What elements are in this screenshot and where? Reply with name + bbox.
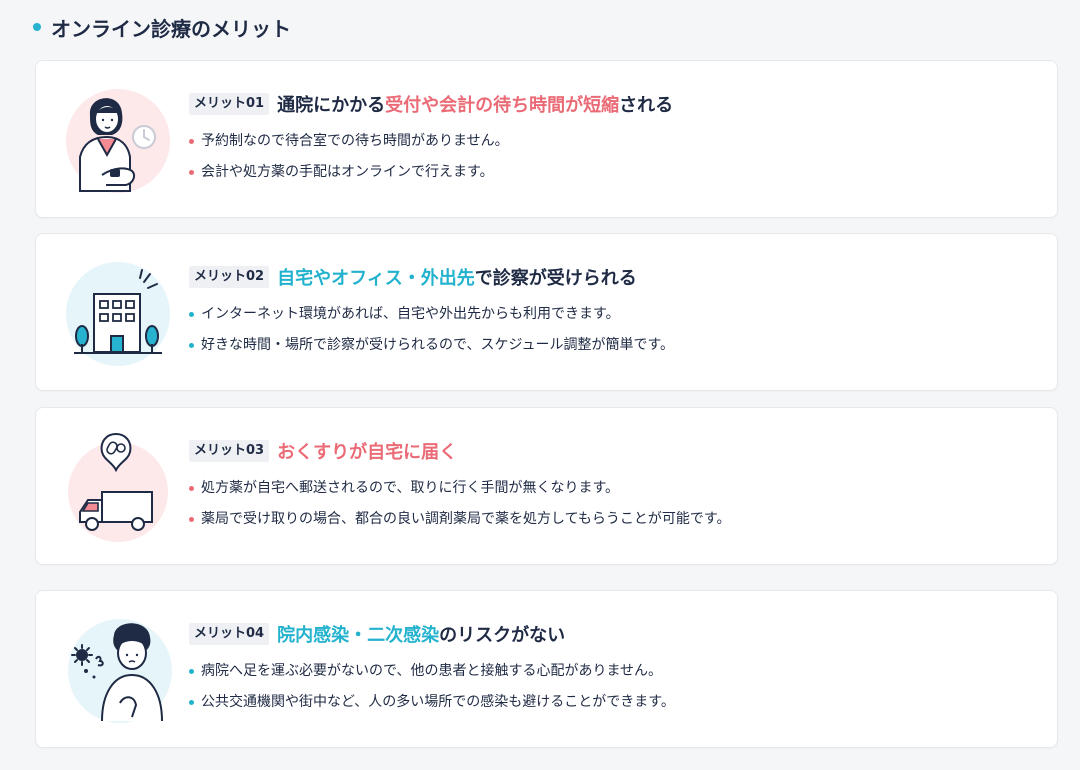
bullet-dot xyxy=(189,700,194,705)
title-bullet-dot xyxy=(33,23,41,31)
merit-card-02: メリット02 自宅やオフィス・外出先 で診察が受けられる インターネット環境があ… xyxy=(35,233,1058,391)
heading-text-post: で診察が受けられる xyxy=(474,268,637,289)
woman-clock-illustration-icon xyxy=(62,83,174,195)
merit-card-03: メリット03 おくすりが自宅に届く 処方薬が自宅へ郵送されるので、取りに行く手間… xyxy=(35,407,1058,565)
office-building-illustration-icon xyxy=(62,256,174,368)
section-title: オンライン診療のメリット xyxy=(33,10,291,44)
bullet-dot xyxy=(189,517,194,522)
section-title-text: オンライン診療のメリット xyxy=(51,16,291,41)
list-item: インターネット環境があれば、自宅や外出先からも利用できます。 xyxy=(189,304,674,335)
merit-card-01: メリット01 通院にかかる 受付や会計の待ち時間が短縮 される 予約制なので待合… xyxy=(35,60,1058,218)
list-item: 病院へ足を運ぶ必要がないので、他の患者と接触する心配がありません。 xyxy=(189,661,675,692)
list-item: 公共交通機関や街中など、人の多い場所での感染も避けることができます。 xyxy=(189,692,675,723)
list-item: 予約制なので待合室での待ち時間がありません。 xyxy=(189,131,509,162)
merit-bullet-list: 処方薬が自宅へ郵送されるので、取りに行く手間が無くなります。 薬局で受け取りの場… xyxy=(189,478,730,540)
bullet-text: 病院へ足を運ぶ必要がないので、他の患者と接触する心配がありません。 xyxy=(201,663,663,679)
merit-heading: メリット02 自宅やオフィス・外出先 で診察が受けられる xyxy=(189,264,637,290)
bullet-text: 会計や処方薬の手配はオンラインで行えます。 xyxy=(201,164,494,180)
heading-text-post: のリスクがない xyxy=(439,625,566,646)
bullet-dot xyxy=(189,312,194,317)
bullet-dot xyxy=(189,139,194,144)
merit-card-04: メリット04 院内感染・二次感染 のリスクがない 病院へ足を運ぶ必要がないので、… xyxy=(35,590,1058,748)
bullet-text: 公共交通機関や街中など、人の多い場所での感染も避けることができます。 xyxy=(201,694,675,710)
list-item: 薬局で受け取りの場合、都合の良い調剤薬局で薬を処方してもらうことが可能です。 xyxy=(189,509,730,540)
heading-highlight: 院内感染・二次感染 xyxy=(277,625,440,646)
bullet-text: 好きな時間・場所で診察が受けられるので、スケジュール調整が簡単です。 xyxy=(201,337,675,353)
merit-bullet-list: 予約制なので待合室での待ち時間がありません。 会計や処方薬の手配はオンラインで行… xyxy=(189,131,509,193)
bullet-text: 予約制なので待合室での待ち時間がありません。 xyxy=(201,133,509,149)
heading-highlight: 受付や会計の待ち時間が短縮 xyxy=(385,95,620,116)
heading-highlight: おくすりが自宅に届く xyxy=(277,442,458,463)
merit-tag: メリット04 xyxy=(189,623,270,645)
bullet-dot xyxy=(189,486,194,491)
heading-highlight: 自宅やオフィス・外出先 xyxy=(277,268,475,289)
list-item: 会計や処方薬の手配はオンラインで行えます。 xyxy=(189,162,509,193)
merit-tag: メリット03 xyxy=(189,440,270,462)
list-item: 処方薬が自宅へ郵送されるので、取りに行く手間が無くなります。 xyxy=(189,478,730,509)
bullet-dot xyxy=(189,669,194,674)
bullet-text: 薬局で受け取りの場合、都合の良い調剤薬局で薬を処方してもらうことが可能です。 xyxy=(201,511,731,527)
heading-text-post: される xyxy=(619,95,674,116)
heading-text-pre: 通院にかかる xyxy=(277,95,386,116)
merit-heading: メリット01 通院にかかる 受付や会計の待ち時間が短縮 される xyxy=(189,91,673,117)
bullet-dot xyxy=(189,343,194,348)
bullet-dot xyxy=(189,170,194,175)
merit-tag: メリット02 xyxy=(189,266,270,288)
merit-bullet-list: 病院へ足を運ぶ必要がないので、他の患者と接触する心配がありません。 公共交通機関… xyxy=(189,661,675,723)
merit-heading: メリット03 おくすりが自宅に届く xyxy=(189,438,457,464)
delivery-truck-illustration-icon xyxy=(62,430,174,542)
man-virus-illustration-icon xyxy=(62,613,174,725)
merit-heading: メリット04 院内感染・二次感染 のリスクがない xyxy=(189,621,565,647)
merit-tag: メリット01 xyxy=(189,93,270,115)
list-item: 好きな時間・場所で診察が受けられるので、スケジュール調整が簡単です。 xyxy=(189,335,674,366)
merit-bullet-list: インターネット環境があれば、自宅や外出先からも利用できます。 好きな時間・場所で… xyxy=(189,304,674,366)
bullet-text: インターネット環境があれば、自宅や外出先からも利用できます。 xyxy=(201,306,620,322)
bullet-text: 処方薬が自宅へ郵送されるので、取りに行く手間が無くなります。 xyxy=(201,480,620,496)
